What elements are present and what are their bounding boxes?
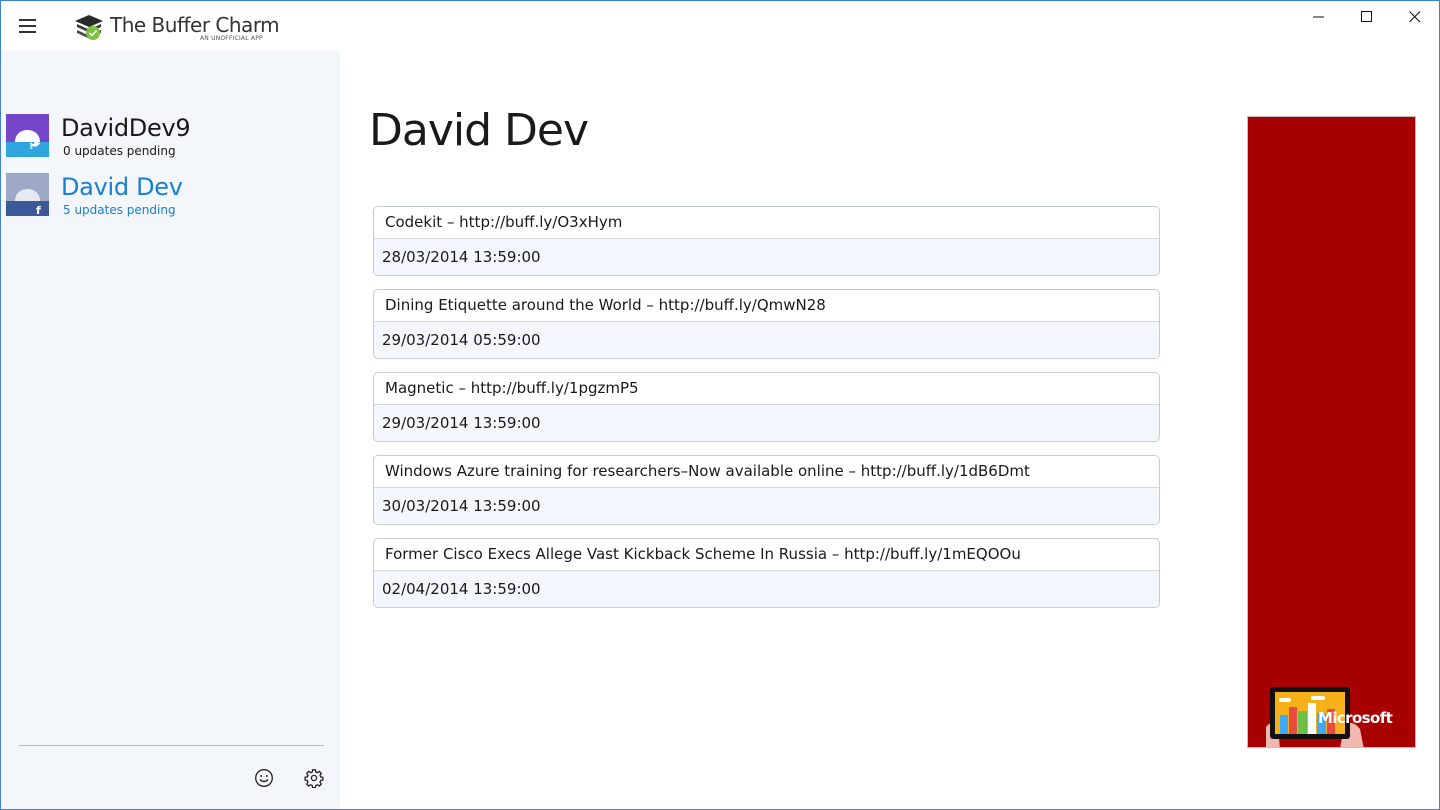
update-scheduled-date: 29/03/2014 13:59:00	[374, 405, 1159, 441]
update-card[interactable]: Codekit – http://buff.ly/O3xHym 28/03/20…	[373, 206, 1160, 276]
account-item-daviddev9[interactable]: DavidDev9 0 updates pending	[6, 114, 336, 160]
page-title: David Dev	[369, 105, 589, 156]
app-title: The Buffer Charm	[110, 13, 280, 37]
smiley-icon[interactable]	[251, 765, 277, 791]
sidebar: DavidDev9 0 updates pending f David Dev …	[2, 51, 340, 809]
close-icon[interactable]	[1391, 1, 1439, 33]
hamburger-menu-icon[interactable]	[9, 9, 45, 43]
update-text: Former Cisco Execs Allege Vast Kickback …	[374, 539, 1159, 571]
update-scheduled-date: 30/03/2014 13:59:00	[374, 488, 1159, 524]
maximize-icon[interactable]	[1343, 1, 1391, 33]
microsoft-ad-graphic: Microsoft	[1266, 687, 1393, 747]
title-bar: The Buffer Charm AN UNOFFICIAL APP	[1, 1, 1439, 51]
account-name: DavidDev9	[61, 114, 191, 142]
update-text: Codekit – http://buff.ly/O3xHym	[374, 207, 1159, 239]
sidebar-divider	[19, 745, 324, 746]
facebook-icon: f	[36, 204, 41, 216]
update-scheduled-date: 29/03/2014 05:59:00	[374, 322, 1159, 358]
app-window: The Buffer Charm AN UNOFFICIAL APP David…	[0, 0, 1440, 810]
update-text: Dining Etiquette around the World – http…	[374, 290, 1159, 322]
app-logo-icon	[75, 15, 103, 40]
window-controls	[1295, 1, 1439, 33]
avatar: f	[6, 173, 49, 216]
gear-icon[interactable]	[301, 765, 327, 791]
account-pending-count: 0 updates pending	[63, 144, 176, 158]
account-name: David Dev	[61, 173, 183, 201]
update-scheduled-date: 02/04/2014 13:59:00	[374, 571, 1159, 607]
account-item-david-dev[interactable]: f David Dev 5 updates pending	[6, 173, 336, 219]
updates-list: Codekit – http://buff.ly/O3xHym 28/03/20…	[373, 206, 1160, 621]
update-card[interactable]: Dining Etiquette around the World – http…	[373, 289, 1160, 359]
advertisement-banner[interactable]: Microsoft	[1247, 116, 1416, 748]
update-card[interactable]: Magnetic – http://buff.ly/1pgzmP5 29/03/…	[373, 372, 1160, 442]
minimize-icon[interactable]	[1295, 1, 1343, 33]
account-pending-count: 5 updates pending	[63, 203, 176, 217]
update-text: Windows Azure training for researchers–N…	[374, 456, 1159, 488]
update-text: Magnetic – http://buff.ly/1pgzmP5	[374, 373, 1159, 405]
update-card[interactable]: Former Cisco Execs Allege Vast Kickback …	[373, 538, 1160, 608]
avatar	[6, 114, 49, 157]
update-scheduled-date: 28/03/2014 13:59:00	[374, 239, 1159, 275]
app-subtitle: AN UNOFFICIAL APP	[200, 35, 263, 42]
ad-brand-label: Microsoft	[1318, 709, 1393, 727]
update-card[interactable]: Windows Azure training for researchers–N…	[373, 455, 1160, 525]
